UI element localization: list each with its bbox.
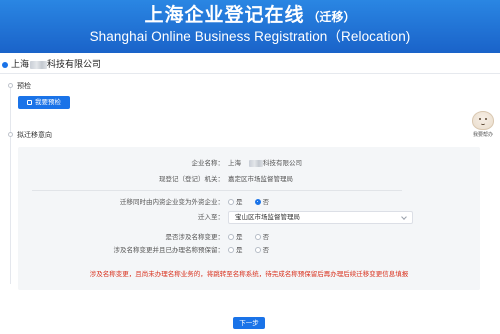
company-name-heading: 上海 科技有限公司 xyxy=(11,58,101,72)
banner-title-suffix: （迁移） xyxy=(307,10,356,24)
helper-label: 我要帮办 xyxy=(472,132,493,138)
radio-circle xyxy=(254,246,261,253)
radio-circle xyxy=(228,233,234,240)
company-name-label: 企业名称： xyxy=(191,159,225,167)
company-name-value-suffix: 科技有限公司 xyxy=(263,159,302,167)
radio-circle xyxy=(228,246,234,253)
document-icon xyxy=(27,99,32,105)
move-to-select[interactable]: 宝山区市场监督管理局 xyxy=(228,211,413,224)
name-change-warning: 涉及名称变更，且尚未办理名称业务的，将跳转至名称系统，待完成名称预保留后再办理后… xyxy=(89,270,409,278)
next-step-button[interactable]: 下一步 xyxy=(233,317,265,329)
company-header-marker xyxy=(2,62,8,68)
helper-avatar-icon xyxy=(472,111,494,130)
authority-value: 嘉定区市场监督管理局 xyxy=(228,175,293,183)
header-divider xyxy=(0,73,500,74)
company-name-suffix: 科技有限公司 xyxy=(47,60,102,70)
banner-title-main: 上海企业登记在线 xyxy=(144,4,305,26)
timeline-node-precheck xyxy=(8,83,13,88)
relocation-form-panel: 企业名称： 上海 科技有限公司 现登记（登记）机关： 嘉定区市场监督管理局 迁移同… xyxy=(18,147,480,290)
precheck-button-label: 我要预检 xyxy=(35,98,61,106)
panel-divider xyxy=(32,190,402,191)
foreign-change-label: 迁移同时由内资企业变为外资企业： xyxy=(120,198,224,206)
company-name-prefix: 上海 xyxy=(11,60,30,70)
name-reserved-radio-no[interactable]: 否 xyxy=(254,246,269,255)
banner-subtitle: Shanghai Online Business Registration（Re… xyxy=(89,29,411,44)
header-banner: 上海企业登记在线 （迁移） Shanghai Online Business Re… xyxy=(0,0,500,53)
banner-title: 上海企业登记在线 （迁移） xyxy=(0,3,500,29)
company-name-value: 上海 科技有限公司 xyxy=(228,159,302,168)
redacted-text xyxy=(29,60,47,69)
authority-label: 现登记（登记）机关： xyxy=(159,175,224,183)
precheck-button[interactable]: 我要预检 xyxy=(18,96,70,109)
page: 上海企业登记在线 （迁移） Shanghai Online Business Re… xyxy=(0,0,500,334)
name-reserved-radio-yes[interactable]: 是 xyxy=(228,246,243,255)
redacted-text xyxy=(248,159,263,167)
section-title-intent: 拟迁移意向 xyxy=(17,131,52,139)
name-change-radio-yes[interactable]: 是 xyxy=(228,233,243,242)
timeline-line xyxy=(10,84,11,284)
radio-circle xyxy=(228,198,234,205)
move-to-select-value: 宝山区市场监督管理局 xyxy=(235,213,300,221)
radio-circle xyxy=(254,233,261,240)
name-reserved-radio-group: 是 否 xyxy=(228,246,279,255)
timeline-node-intent xyxy=(8,132,13,137)
foreign-change-radio-group: 是 否 xyxy=(228,198,279,207)
company-header: 上海 科技有限公司 xyxy=(0,58,500,72)
chevron-down-icon xyxy=(401,214,407,220)
company-name-value-prefix: 上海 xyxy=(228,159,241,167)
foreign-change-radio-no[interactable]: 否 xyxy=(254,198,269,207)
radio-circle-checked xyxy=(254,198,261,205)
name-change-label: 是否涉及名称变更： xyxy=(165,233,225,241)
name-reserved-label: 涉及名称变更并且已办理名称预保留： xyxy=(113,246,225,254)
section-title-precheck: 预检 xyxy=(17,82,31,90)
move-to-label: 迁入至： xyxy=(198,213,224,221)
name-change-radio-group: 是 否 xyxy=(228,233,279,242)
foreign-change-radio-yes[interactable]: 是 xyxy=(228,198,243,207)
helper-widget[interactable]: 我要帮办 xyxy=(468,111,498,147)
name-change-radio-no[interactable]: 否 xyxy=(254,233,269,242)
